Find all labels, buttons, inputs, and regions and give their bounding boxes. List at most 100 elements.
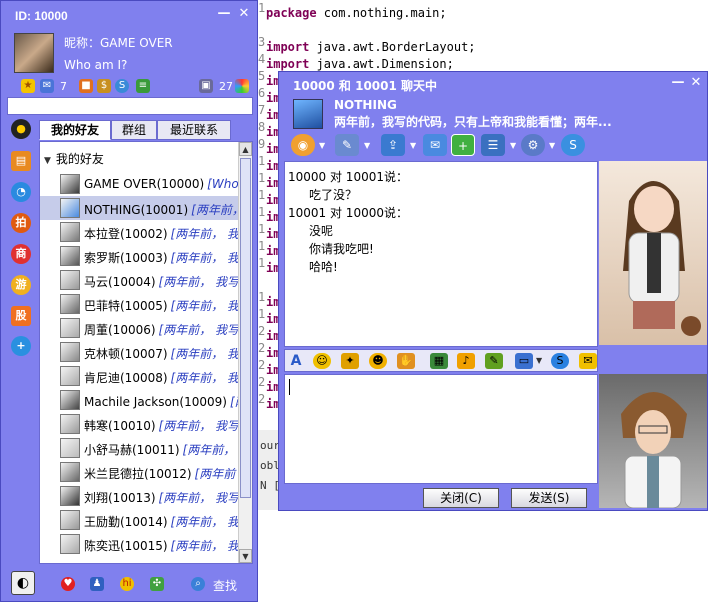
- scrollbar[interactable]: ▲ ▼: [238, 142, 252, 563]
- apps-icon[interactable]: ✣: [150, 577, 164, 591]
- heart-icon[interactable]: ♥: [61, 577, 75, 591]
- message-history[interactable]: 10000 对 10001说： 吃了没？ 10001 对 10000说： 没呢 你请我吃…: [284, 161, 598, 347]
- hand-icon[interactable]: ✋: [397, 353, 415, 369]
- add-app-icon[interactable]: +: [451, 134, 475, 156]
- globe-icon[interactable]: ◔: [11, 182, 31, 202]
- mail-icon[interactable]: ✉: [423, 134, 447, 156]
- buddy-row[interactable]: 巴菲特(10005)[两年前， 我写: [40, 292, 238, 316]
- buddy-row[interactable]: 克林顿(10007) [两年前， 我: [40, 340, 238, 364]
- group-header[interactable]: ▼ 我的好友: [44, 150, 104, 167]
- service-icon[interactable]: S: [561, 134, 585, 156]
- buddy-row[interactable]: 王励勤(10014) [两年前， 我: [40, 508, 238, 532]
- send-button[interactable]: 发送(S): [511, 488, 587, 508]
- search-input[interactable]: [7, 97, 253, 115]
- dropdown-arrow-icon[interactable]: ▼: [536, 356, 542, 365]
- buddy-avatar: [60, 510, 80, 530]
- auction-icon[interactable]: 拍: [11, 213, 31, 233]
- self-show-avatar[interactable]: [599, 374, 707, 508]
- buddy-row[interactable]: 肯尼迪(10008) [两年前， 我: [40, 364, 238, 388]
- girl-avatar-illustration: [623, 181, 701, 336]
- smiley-icon[interactable]: ☺: [313, 353, 331, 369]
- share-icon[interactable]: ☰: [481, 134, 505, 156]
- buddy-row[interactable]: 米兰昆德拉(10012) [两年前: [40, 460, 238, 484]
- boy-avatar-illustration: [621, 392, 687, 508]
- scrawl-icon[interactable]: ✎: [485, 353, 503, 369]
- buddy-row[interactable]: Machile Jackson(10009)[两: [40, 388, 238, 412]
- buddy-row[interactable]: 索罗斯(10003) [两年前， 我: [40, 244, 238, 268]
- buddy-row[interactable]: 小舒马赫(10011) [两年前，: [40, 436, 238, 460]
- star-icon[interactable]: ★: [21, 79, 35, 93]
- buddy-name: NOTHING(10001)[两年前，: [84, 201, 238, 218]
- buddy-row[interactable]: 周董(10006) [两年前， 我写: [40, 316, 238, 340]
- news-icon[interactable]: ≡: [136, 79, 150, 93]
- magic-emote-icon[interactable]: ✦: [341, 353, 359, 369]
- panda-menu-icon[interactable]: ◐: [11, 571, 35, 595]
- scrollbar-thumb[interactable]: [240, 158, 251, 498]
- buddy-nickname: 肯尼迪(10008): [84, 371, 168, 385]
- dropdown-arrow-icon[interactable]: ▼: [364, 141, 370, 150]
- tab-my-friends[interactable]: 我的好友: [39, 120, 111, 140]
- friends-icon[interactable]: ♟: [90, 577, 104, 591]
- shop-icon[interactable]: ■: [79, 79, 93, 93]
- scroll-up-arrow-icon[interactable]: ▲: [239, 142, 252, 156]
- buddy-row[interactable]: 本拉登(10002) [两年前， 我: [40, 220, 238, 244]
- buddy-row[interactable]: 马云(10004) [两年前， 我写: [40, 268, 238, 292]
- search-icon[interactable]: ⌕: [191, 577, 205, 591]
- font-icon[interactable]: A: [287, 353, 305, 369]
- buddy-row[interactable]: 刘翔(10013) [两年前， 我写: [40, 484, 238, 508]
- buddy-signature: [两年前，: [191, 203, 238, 217]
- line-number: 5: [258, 69, 266, 83]
- game-icon[interactable]: 游: [11, 275, 31, 295]
- dropdown-arrow-icon[interactable]: ▼: [510, 141, 516, 150]
- buddy-row[interactable]: 陈奕迅(10015) [两年前， 我: [40, 532, 238, 556]
- close-chat-button[interactable]: 关闭(C): [423, 488, 499, 508]
- send-file-icon[interactable]: ⇪: [381, 134, 405, 156]
- hi-icon[interactable]: hi: [120, 577, 134, 591]
- line-number: 1: [258, 1, 266, 15]
- buddy-row[interactable]: NOTHING(10001)[两年前，: [40, 196, 238, 220]
- buddy-name: 肯尼迪(10008) [两年前， 我: [84, 369, 238, 386]
- settings-icon[interactable]: ⚙: [521, 134, 545, 156]
- music-icon[interactable]: ♪: [457, 353, 475, 369]
- peer-avatar[interactable]: [293, 99, 323, 129]
- buddy-row[interactable]: GAME OVER(10000)[Who a: [40, 172, 238, 196]
- money-bag-icon[interactable]: $: [97, 79, 111, 93]
- dropdown-arrow-icon[interactable]: ▼: [549, 141, 555, 150]
- line-number: 9: [258, 137, 266, 151]
- signature[interactable]: Who am I?: [64, 58, 127, 72]
- line-number: 1: [258, 222, 266, 236]
- buddy-signature: [两年前， 我: [170, 371, 238, 385]
- service-icon[interactable]: S: [551, 353, 569, 369]
- close-button[interactable]: ✕: [689, 76, 703, 90]
- message-log-icon[interactable]: ✉: [579, 353, 597, 369]
- service-icon[interactable]: S: [115, 79, 129, 93]
- dropdown-arrow-icon[interactable]: ▼: [410, 141, 416, 150]
- minimize-button[interactable]: —: [671, 76, 685, 90]
- image-icon[interactable]: ▦: [430, 353, 448, 369]
- close-button[interactable]: ✕: [237, 7, 251, 21]
- mall-icon[interactable]: 商: [11, 244, 31, 264]
- scroll-down-arrow-icon[interactable]: ▼: [239, 549, 252, 563]
- find-button[interactable]: 查找: [213, 577, 237, 594]
- visitor-icon[interactable]: ▣: [199, 79, 213, 93]
- buddy-row[interactable]: 韩寒(10010) [两年前， 我写: [40, 412, 238, 436]
- screenshot-icon[interactable]: ▭: [515, 353, 533, 369]
- add-icon[interactable]: +: [11, 336, 31, 356]
- peer-show-avatar[interactable]: [599, 161, 707, 345]
- dropdown-arrow-icon[interactable]: ▼: [319, 141, 325, 150]
- buddy-nickname: NOTHING(10001): [84, 203, 189, 217]
- tab-groups[interactable]: 群组: [111, 120, 157, 140]
- qq-penguin-icon[interactable]: ●: [11, 119, 31, 139]
- video-icon[interactable]: ◉: [291, 134, 315, 156]
- color-wheel-icon[interactable]: [235, 79, 249, 93]
- bookshelf-icon[interactable]: ▤: [11, 151, 31, 171]
- message-input[interactable]: [284, 374, 598, 484]
- tab-recent-contacts[interactable]: 最近联系: [157, 120, 231, 140]
- avatar[interactable]: [14, 33, 54, 73]
- title-bar[interactable]: ID: 10000 — ✕: [1, 1, 257, 31]
- microphone-icon[interactable]: ✎: [335, 134, 359, 156]
- stock-icon[interactable]: 股: [11, 306, 31, 326]
- shake-icon[interactable]: ☻: [369, 353, 387, 369]
- mail-icon[interactable]: ✉: [40, 79, 54, 93]
- minimize-button[interactable]: —: [217, 7, 231, 21]
